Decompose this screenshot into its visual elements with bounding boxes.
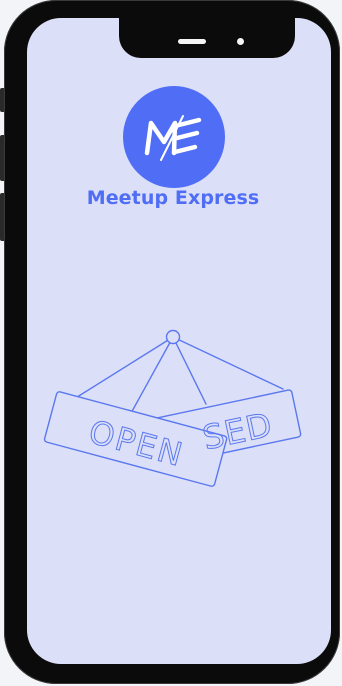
hook-icon xyxy=(165,329,181,345)
speaker-grille xyxy=(178,39,206,44)
string-center-right xyxy=(172,336,207,405)
notch xyxy=(119,18,295,58)
logo-monogram-text: ME xyxy=(123,86,125,87)
front-camera xyxy=(237,38,244,45)
string-right xyxy=(172,336,284,390)
string-left xyxy=(65,336,174,405)
app-logo: ME xyxy=(123,86,225,188)
string-center-left xyxy=(129,336,174,416)
open-closed-sign-illustration: SED OPEN xyxy=(43,329,302,487)
app-title: Meetup Express xyxy=(86,187,260,209)
stage: ME Meetup Express SED OPEN xyxy=(0,0,342,686)
